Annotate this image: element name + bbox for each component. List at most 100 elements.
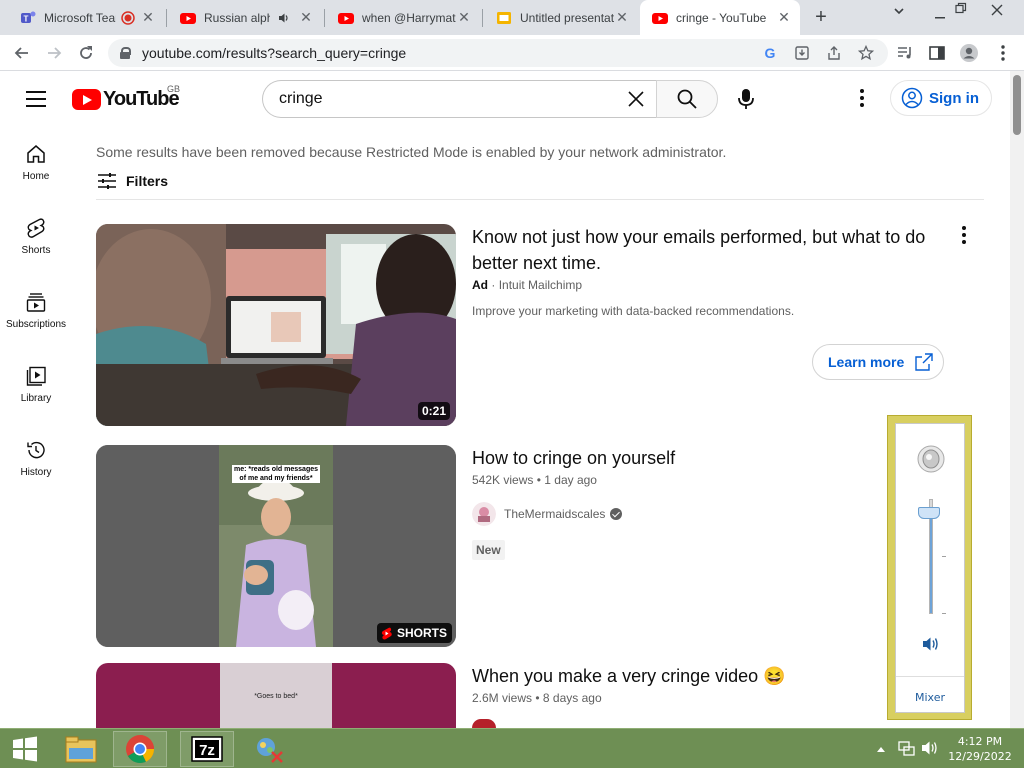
- mute-toggle-icon[interactable]: [922, 636, 940, 652]
- mixer-link[interactable]: Mixer: [896, 691, 964, 704]
- tab-cringe-youtube[interactable]: cringe - YouTube ✕: [640, 0, 800, 35]
- minimize-button[interactable]: [934, 8, 946, 23]
- speaker-device-icon: [917, 445, 945, 473]
- shorts-icon: [27, 218, 45, 238]
- view-count: 542K views: [472, 473, 534, 487]
- scrollbar-thumb[interactable]: [1013, 75, 1021, 135]
- divider: [96, 199, 984, 200]
- tab-russian-alpha[interactable]: Russian alpha ✕: [168, 0, 322, 35]
- ad-more-actions-icon[interactable]: [956, 226, 972, 246]
- open-external-icon: [915, 353, 933, 371]
- guide-item-history[interactable]: History: [0, 423, 72, 497]
- close-tab-icon[interactable]: ✕: [298, 9, 314, 26]
- network-status-icon[interactable]: [898, 739, 916, 760]
- recording-icon: [120, 10, 136, 26]
- tab-search-chevron-icon[interactable]: [892, 4, 906, 21]
- new-badge: New: [472, 540, 505, 560]
- search-input[interactable]: [279, 89, 609, 109]
- home-icon: [27, 145, 45, 163]
- taskbar-chrome[interactable]: [113, 731, 167, 767]
- clear-search-icon[interactable]: [624, 87, 648, 111]
- channel-avatar: [472, 502, 496, 526]
- upload-age: 1 day ago: [544, 473, 597, 487]
- windows-logo-icon: [13, 736, 37, 762]
- profile-avatar-icon[interactable]: [958, 42, 980, 64]
- taskbar-file-explorer[interactable]: [54, 731, 108, 767]
- tab-when-harrymat[interactable]: when @Harrymat ✕: [326, 0, 480, 35]
- new-tab-button[interactable]: +: [810, 6, 832, 28]
- clock-date: 12/29/2022: [948, 750, 1012, 763]
- video-duration: 0:21: [417, 402, 450, 420]
- file-explorer-icon: [65, 736, 97, 763]
- guide-menu-icon[interactable]: [26, 91, 46, 107]
- forward-button[interactable]: [42, 41, 66, 65]
- taskbar-clock[interactable]: 4:12 PM 12/29/2022: [940, 734, 1020, 764]
- tab-microsoft-teams[interactable]: T Microsoft Teams ✕: [8, 0, 164, 35]
- close-tab-icon[interactable]: ✕: [456, 9, 472, 26]
- subscriptions-icon: [26, 293, 46, 312]
- channel-link[interactable]: TheMermaidscales: [472, 502, 623, 526]
- guide-item-home[interactable]: Home: [0, 127, 72, 201]
- install-app-icon[interactable]: [792, 43, 812, 63]
- video-title[interactable]: When you make a very cringe video 😆: [472, 663, 786, 689]
- volume-popup: Mixer: [887, 415, 972, 720]
- share-icon[interactable]: [824, 43, 844, 63]
- ad-video-thumbnail[interactable]: 0:21: [96, 224, 456, 426]
- taskbar-7zip[interactable]: 7z: [180, 731, 234, 767]
- ad-advertiser[interactable]: Intuit Mailchimp: [499, 278, 582, 292]
- thumbnail-caption: me: *reads old messages of me and my fri…: [232, 465, 320, 483]
- upload-age: 8 days ago: [542, 691, 602, 705]
- volume-slider-thumb[interactable]: [918, 506, 940, 519]
- svg-text:7z: 7z: [199, 742, 215, 759]
- side-panel-icon[interactable]: [926, 42, 948, 64]
- video-title[interactable]: How to cringe on yourself: [472, 445, 675, 471]
- search-icon: [677, 89, 697, 109]
- ad-title[interactable]: Know not just how your emails performed,…: [472, 224, 942, 276]
- youtube-icon: [652, 10, 668, 26]
- guide-item-shorts[interactable]: Shorts: [0, 201, 72, 275]
- audio-playing-icon[interactable]: [276, 10, 292, 26]
- view-count: 2.6M views: [472, 691, 533, 705]
- page-scrollbar[interactable]: [1010, 71, 1024, 728]
- sign-in-button[interactable]: Sign in: [890, 80, 992, 116]
- guide-item-subscriptions[interactable]: Subscriptions: [0, 275, 72, 349]
- lock-icon[interactable]: [120, 47, 131, 59]
- media-controls-icon[interactable]: [894, 42, 916, 64]
- window-close-button[interactable]: [990, 3, 1004, 20]
- search-button[interactable]: [656, 80, 718, 118]
- reload-button[interactable]: [74, 41, 98, 65]
- close-tab-icon[interactable]: ✕: [614, 9, 630, 26]
- filters-button[interactable]: Filters: [96, 169, 168, 193]
- restore-button[interactable]: [955, 2, 967, 17]
- back-button[interactable]: [10, 41, 34, 65]
- video-thumbnail[interactable]: me: *reads old messages of me and my fri…: [96, 445, 456, 647]
- learn-more-button[interactable]: Learn more: [812, 344, 944, 380]
- close-tab-icon[interactable]: ✕: [140, 9, 156, 26]
- close-tab-icon[interactable]: ✕: [776, 9, 792, 26]
- filters-icon: [98, 173, 116, 189]
- show-hidden-icons-icon[interactable]: [876, 742, 886, 756]
- address-bar[interactable]: youtube.com/results?search_query=cringe …: [108, 39, 888, 67]
- volume-tray-icon[interactable]: [921, 740, 939, 759]
- voice-search-mic-icon[interactable]: [733, 86, 759, 112]
- ad-description: Improve your marketing with data-backed …: [472, 304, 795, 318]
- tab-untitled-presentation[interactable]: Untitled presentation ✕: [484, 0, 638, 35]
- chrome-icon: [126, 735, 155, 764]
- youtube-logo[interactable]: YouTube GB: [72, 84, 180, 111]
- verified-badge-icon: [610, 508, 623, 520]
- start-button[interactable]: [0, 731, 50, 767]
- google-translate-icon[interactable]: G: [760, 43, 780, 63]
- search-box[interactable]: [262, 80, 656, 118]
- video-meta: 2.6M views • 8 days ago: [472, 691, 602, 705]
- slides-icon: [496, 10, 512, 26]
- youtube-masthead: YouTube GB Sign in: [0, 71, 1010, 127]
- taskbar-network-app[interactable]: [242, 731, 296, 767]
- guide-item-library[interactable]: Library: [0, 349, 72, 423]
- bookmark-star-icon[interactable]: [856, 43, 876, 63]
- windows-taskbar: 7z 4:12 PM 12/29/2022: [0, 728, 1024, 768]
- teams-icon: T: [20, 10, 36, 26]
- settings-menu-icon[interactable]: [852, 89, 872, 109]
- channel-avatar[interactable]: [472, 719, 496, 728]
- youtube-icon: [180, 10, 196, 26]
- browser-menu-icon[interactable]: [992, 42, 1014, 64]
